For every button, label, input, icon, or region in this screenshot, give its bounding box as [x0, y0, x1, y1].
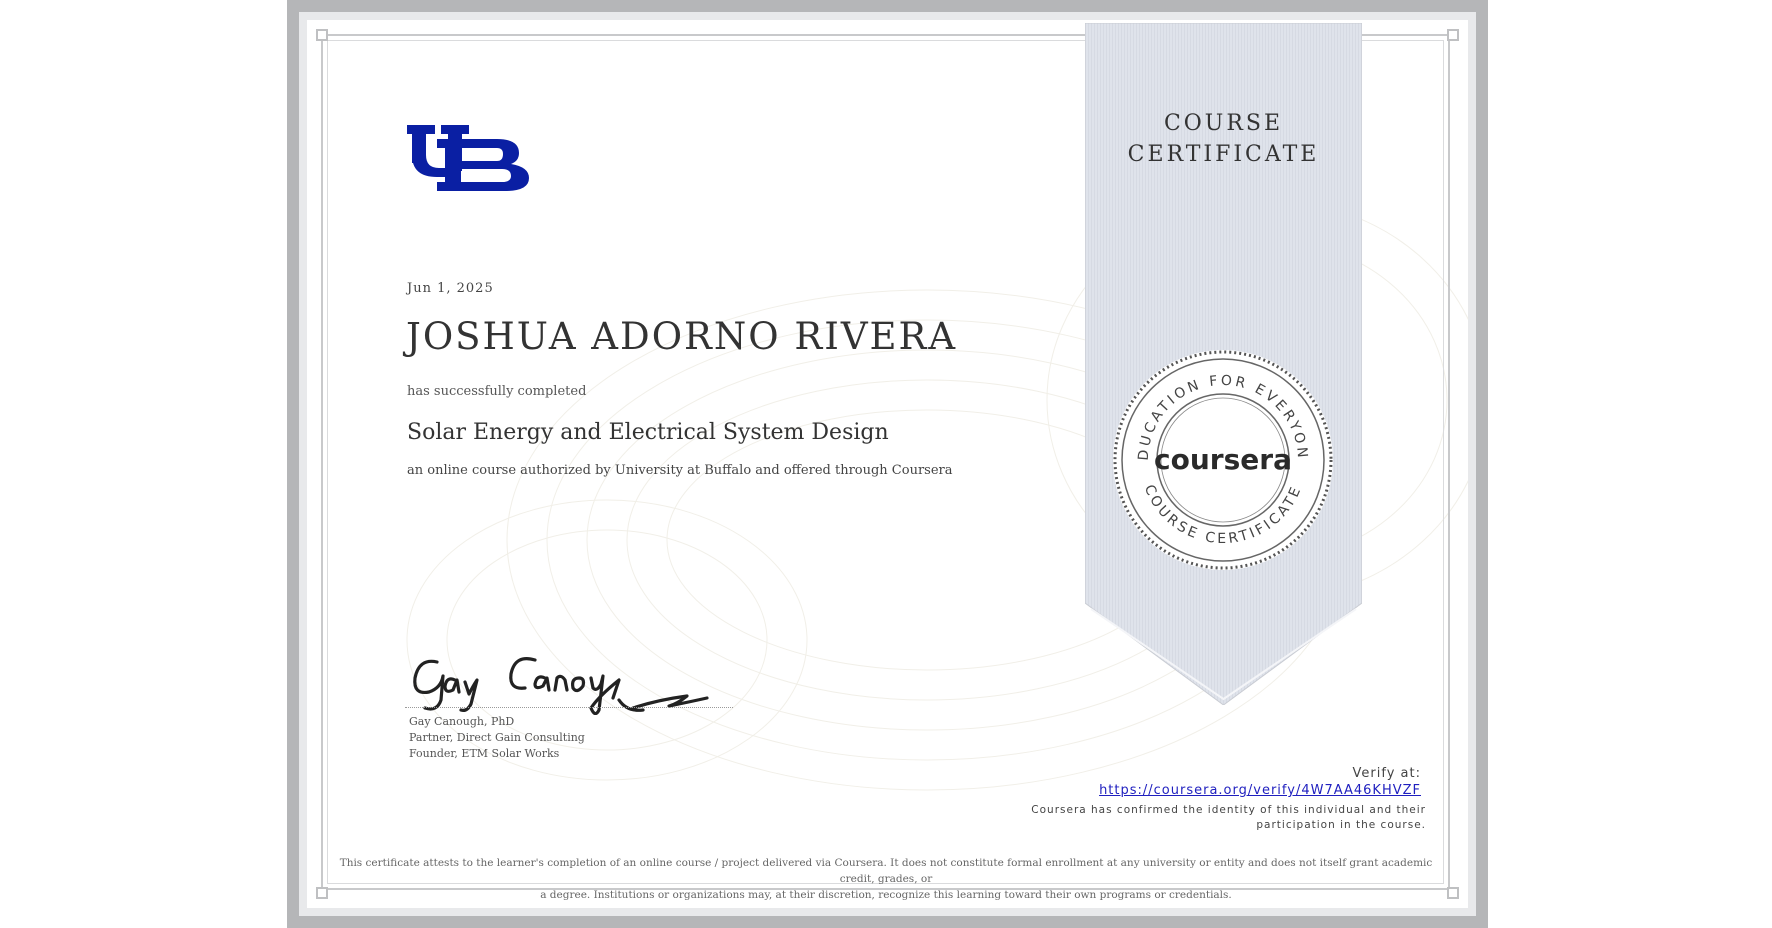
signature-image [413, 657, 709, 715]
issue-date: Jun 1, 2025 [407, 281, 494, 296]
signer-name: Gay Canough, PhD [409, 715, 515, 728]
verify-link[interactable]: https://coursera.org/verify/4W7AA46KHVZF [1099, 783, 1421, 798]
verify-block: Verify at: https://coursera.org/verify/4… [1099, 765, 1421, 799]
identity-confirmation: Coursera has confirmed the identity of t… [1006, 803, 1426, 833]
disclaimer-line1: This certificate attests to the learner'… [339, 857, 1433, 885]
identity-confirmation-line1: Coursera has confirmed the identity of t… [1031, 804, 1426, 816]
verify-label: Verify at: [1352, 766, 1421, 781]
signer-title-1: Partner, Direct Gain Consulting [409, 731, 585, 744]
authorization-text: an online course authorized by Universit… [407, 463, 953, 478]
university-logo [407, 125, 529, 191]
corner-ornament-bottom-right [1447, 887, 1459, 899]
signature-line [405, 707, 733, 708]
coursera-seal: EDUCATION FOR EVERYONE COURSE CERTIFICAT… [1108, 345, 1333, 570]
completed-text: has successfully completed [407, 384, 587, 399]
disclaimer-line2: a degree. Institutions or organizations … [540, 889, 1232, 901]
corner-ornament-top-right [1447, 29, 1459, 41]
corner-ornament-bottom-left [316, 887, 328, 899]
recipient-name: JOSHUA ADORNO RIVERA [406, 315, 958, 358]
disclaimer: This certificate attests to the learner'… [330, 855, 1442, 903]
identity-confirmation-line2: participation in the course. [1256, 819, 1426, 831]
ribbon-title-line2: CERTIFICATE [1127, 142, 1320, 167]
course-name: Solar Energy and Electrical System Desig… [407, 420, 889, 445]
ribbon-title: COURSE CERTIFICATE [1085, 108, 1362, 170]
ribbon-title-line1: COURSE [1163, 111, 1284, 136]
signer-title-2: Founder, ETM Solar Works [409, 747, 560, 760]
seal-brand-text: coursera [1154, 443, 1292, 476]
corner-ornament-top-left [316, 29, 328, 41]
signer-block: Gay Canough, PhD Partner, Direct Gain Co… [409, 714, 585, 762]
